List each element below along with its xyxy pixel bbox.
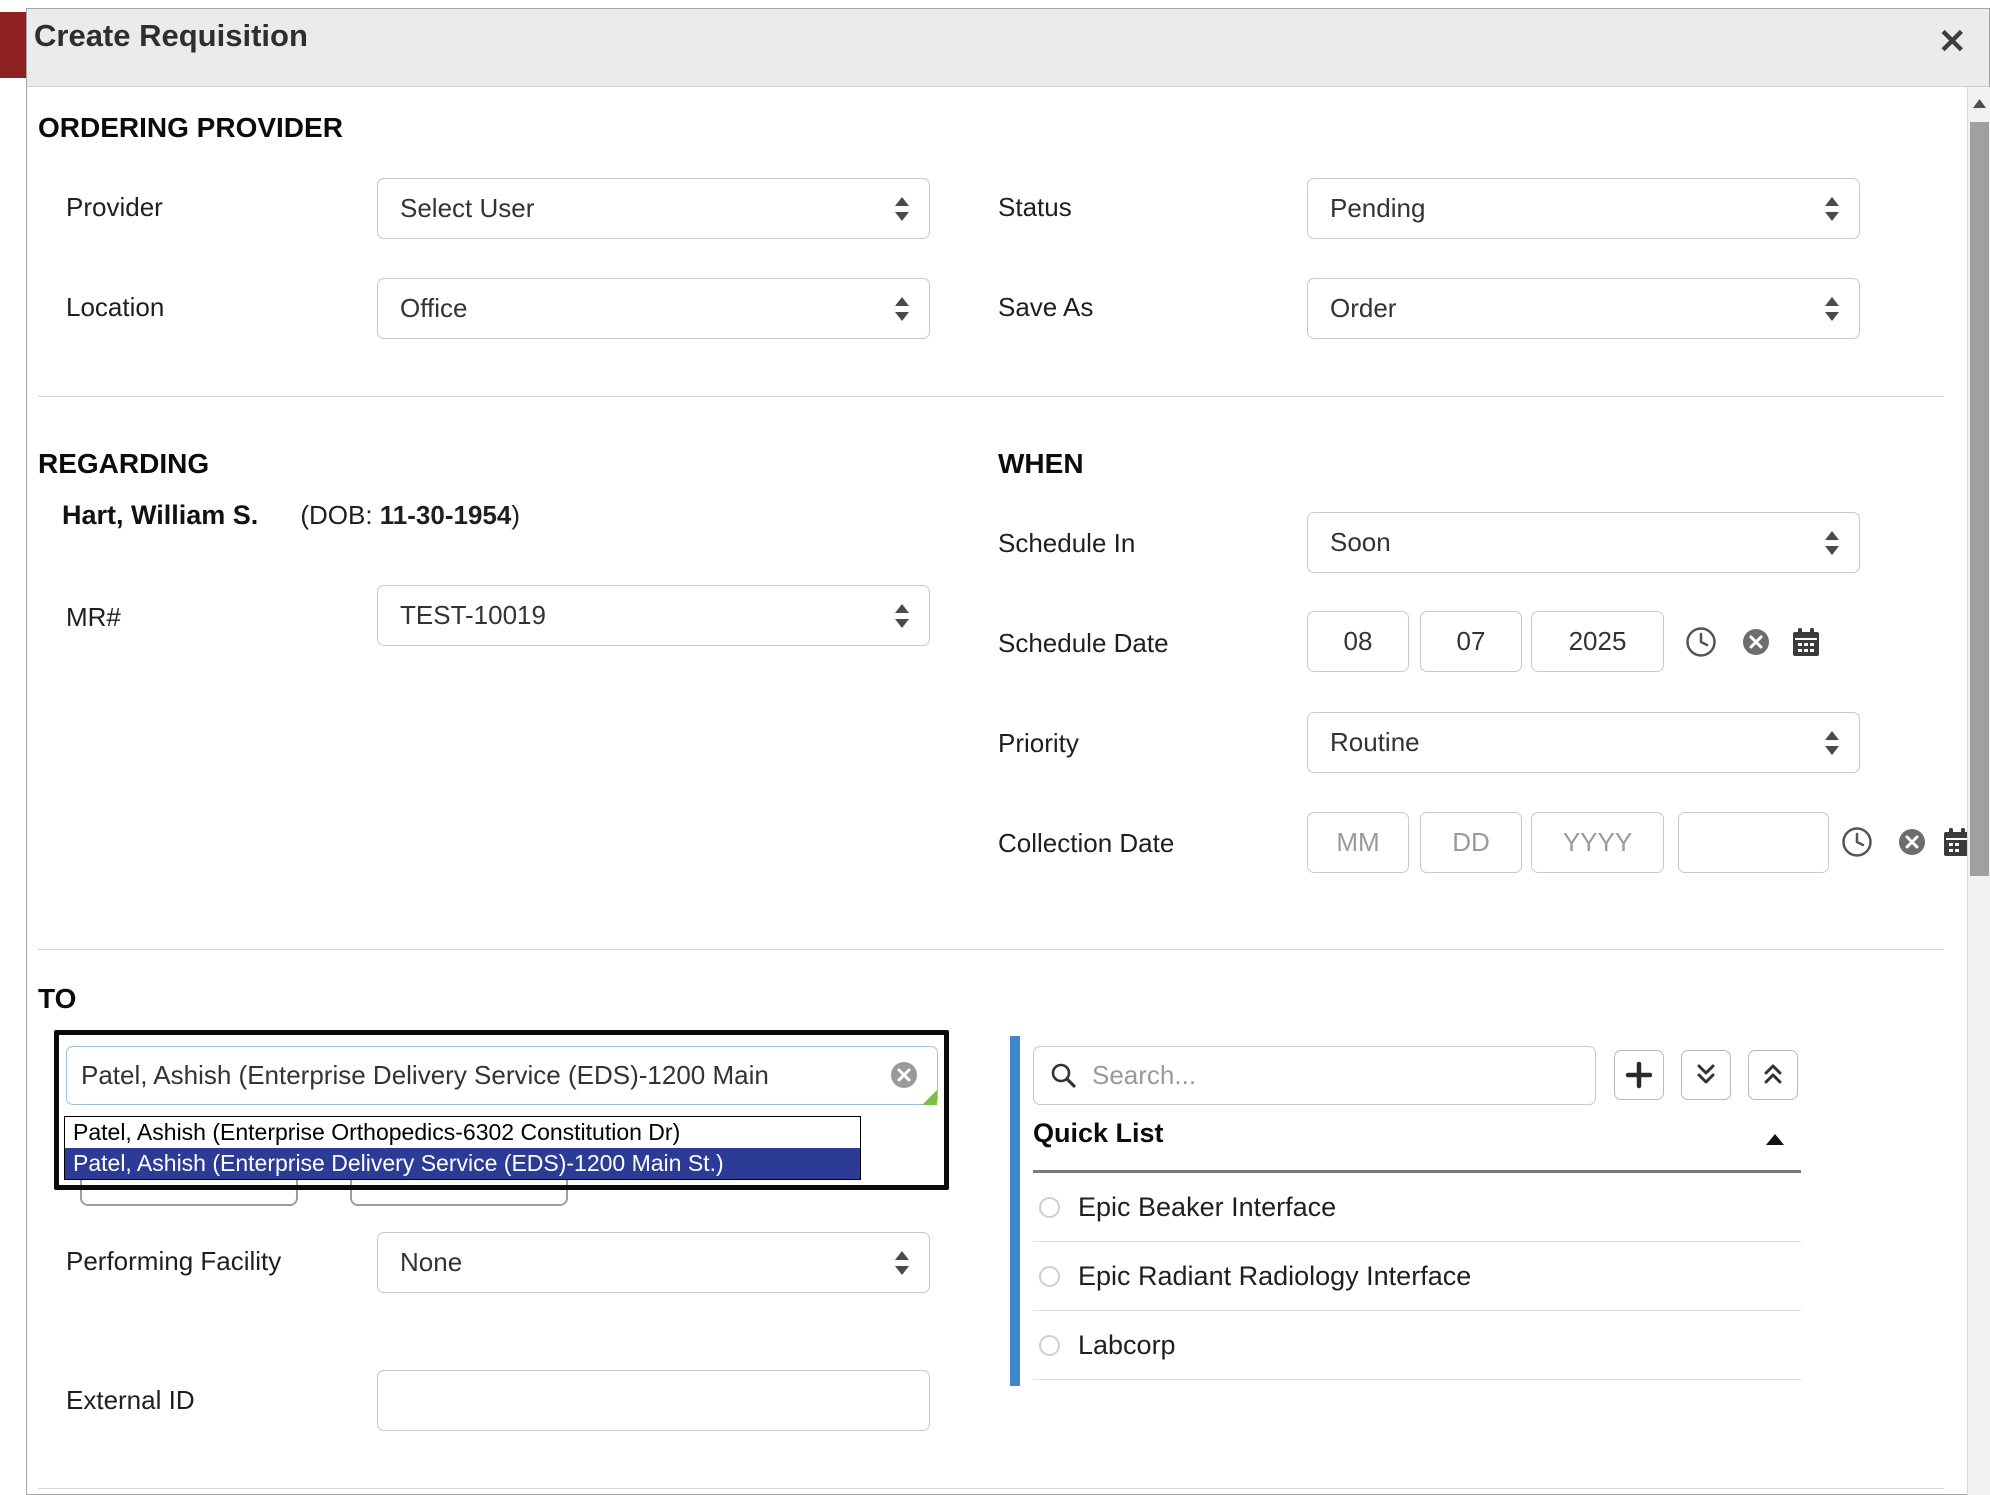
external-id-input[interactable] [377, 1370, 930, 1431]
schedule-date-year-input[interactable] [1531, 611, 1664, 672]
provider-select[interactable]: Select User [377, 178, 930, 239]
clear-icon[interactable] [1896, 826, 1928, 858]
schedule-in-label: Schedule In [998, 528, 1135, 559]
search-icon [1049, 1061, 1077, 1089]
save-as-label: Save As [998, 292, 1093, 323]
calendar-icon[interactable] [1789, 625, 1823, 659]
priority-label: Priority [998, 728, 1079, 759]
radio-icon[interactable] [1039, 1335, 1060, 1356]
quick-list-collapse-icon[interactable] [1765, 1133, 1785, 1146]
quick-list-heading: Quick List [1033, 1118, 1164, 1149]
scrollbar-up-arrow[interactable] [1968, 87, 1990, 119]
collection-date-day-input[interactable] [1420, 812, 1522, 873]
quick-list-item-label: Labcorp [1078, 1330, 1176, 1361]
dropdown-option-selected[interactable]: Patel, Ashish (Enterprise Delivery Servi… [65, 1148, 860, 1179]
section-divider [38, 396, 1944, 397]
recipient-search-input[interactable] [66, 1046, 938, 1105]
search-input[interactable] [1033, 1046, 1596, 1105]
to-heading: TO [38, 983, 76, 1015]
modal-title: Create Requisition [34, 18, 308, 54]
double-chevron-down-icon [1693, 1062, 1719, 1088]
stepper-icon [891, 194, 913, 224]
provider-label: Provider [66, 192, 163, 223]
schedule-date-label: Schedule Date [998, 628, 1169, 659]
schedule-in-select[interactable]: Soon [1307, 512, 1860, 573]
stepper-icon [1821, 728, 1843, 758]
dob-value: 11-30-1954 [380, 500, 512, 530]
performing-facility-label: Performing Facility [66, 1240, 286, 1283]
external-id-label: External ID [66, 1385, 195, 1416]
stepper-icon [891, 1248, 913, 1278]
recipient-dropdown: Patel, Ashish (Enterprise Orthopedics-63… [64, 1116, 861, 1180]
up-triangle-icon [1973, 99, 1986, 108]
when-heading: WHEN [998, 448, 1084, 480]
priority-select[interactable]: Routine [1307, 712, 1860, 773]
schedule-date-day-input[interactable] [1420, 611, 1522, 672]
location-select[interactable]: Office [377, 278, 930, 339]
stepper-icon [891, 601, 913, 631]
priority-select-value: Routine [1330, 727, 1420, 758]
calendar-icon[interactable] [1940, 825, 1968, 861]
add-button[interactable] [1614, 1050, 1664, 1100]
stepper-icon [1821, 194, 1843, 224]
schedule-in-select-value: Soon [1330, 527, 1391, 558]
radio-icon[interactable] [1039, 1197, 1060, 1218]
dob-suffix: ) [511, 500, 520, 530]
dropdown-option[interactable]: Patel, Ashish (Enterprise Orthopedics-63… [65, 1117, 860, 1148]
close-button[interactable]: ✕ [1938, 22, 1967, 62]
quick-list-item[interactable]: Epic Radiant Radiology Interface [1033, 1242, 1801, 1311]
quick-list-item[interactable]: Labcorp [1033, 1311, 1801, 1380]
mr-select[interactable]: TEST-10019 [377, 585, 930, 646]
status-label: Status [998, 192, 1072, 223]
status-select-value: Pending [1330, 193, 1425, 224]
background-app-sliver [0, 12, 26, 78]
location-label: Location [66, 292, 164, 323]
stepper-icon [1821, 294, 1843, 324]
clock-icon[interactable] [1840, 825, 1874, 859]
clear-icon[interactable] [1740, 626, 1772, 658]
stepper-icon [891, 294, 913, 324]
collection-time-input[interactable] [1678, 812, 1829, 873]
save-as-select-value: Order [1330, 293, 1396, 324]
mr-select-value: TEST-10019 [400, 600, 546, 631]
collapse-all-button[interactable] [1748, 1050, 1798, 1100]
provider-select-value: Select User [400, 193, 534, 224]
expand-all-button[interactable] [1681, 1050, 1731, 1100]
schedule-date-month-input[interactable] [1307, 611, 1409, 672]
double-chevron-up-icon [1760, 1062, 1786, 1088]
modal-header [27, 9, 1989, 87]
scrollbar-thumb[interactable] [1970, 122, 1989, 876]
location-select-value: Office [400, 293, 467, 324]
stepper-icon [1821, 528, 1843, 558]
clear-icon[interactable] [888, 1059, 920, 1091]
bottom-divider [38, 1488, 1944, 1489]
scrollbar[interactable] [1967, 87, 1990, 1495]
autocomplete-corner-indicator [922, 1090, 937, 1105]
regarding-heading: REGARDING [38, 448, 209, 480]
quick-list-item-label: Epic Radiant Radiology Interface [1078, 1261, 1471, 1292]
dob-prefix: (DOB: [300, 500, 379, 530]
mr-label: MR# [66, 602, 121, 633]
section-divider [38, 949, 1944, 950]
save-as-select[interactable]: Order [1307, 278, 1860, 339]
quick-list: Epic Beaker Interface Epic Radiant Radio… [1033, 1173, 1801, 1380]
performing-facility-select-value: None [400, 1247, 462, 1278]
quick-list-item-label: Epic Beaker Interface [1078, 1192, 1336, 1223]
patient-info: Hart, William S. (DOB: 11-30-1954) [62, 500, 520, 531]
quick-list-item[interactable]: Epic Beaker Interface [1033, 1173, 1801, 1242]
status-select[interactable]: Pending [1307, 178, 1860, 239]
patient-name: Hart, William S. [62, 500, 258, 530]
clock-icon[interactable] [1684, 625, 1718, 659]
radio-icon[interactable] [1039, 1266, 1060, 1287]
collection-date-label: Collection Date [998, 828, 1174, 859]
collection-date-year-input[interactable] [1531, 812, 1664, 873]
plus-icon [1625, 1061, 1653, 1089]
ordering-provider-heading: ORDERING PROVIDER [38, 112, 343, 144]
quick-list-accent-bar [1010, 1036, 1020, 1386]
performing-facility-select[interactable]: None [377, 1232, 930, 1293]
collection-date-month-input[interactable] [1307, 812, 1409, 873]
